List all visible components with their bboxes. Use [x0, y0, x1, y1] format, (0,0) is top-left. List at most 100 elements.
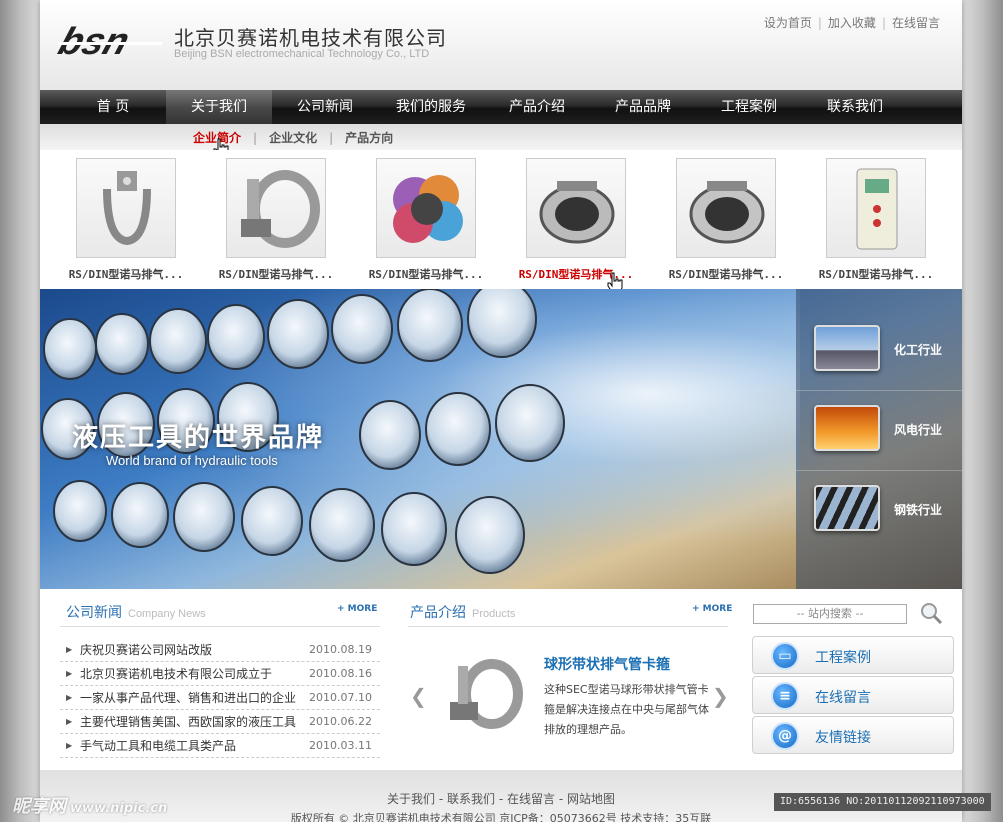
cases-icon: ▭ — [771, 642, 799, 670]
feature-description: 这种SEC型诺马球形带状排气管卡箍是解决连接点在中央与尾部气体排放的理想产品。 — [544, 683, 709, 736]
clamp-bolt-icon[interactable] — [226, 158, 326, 258]
product-card[interactable]: RS/DIN型诺马排气... — [801, 158, 951, 282]
links-label[interactable]: 友情链接 — [815, 727, 871, 747]
message-button[interactable]: ≡ 在线留言 — [752, 676, 954, 714]
watermark-id: ID:6556136 NO:20110112092110973000 — [774, 793, 991, 811]
nav-home[interactable]: 首 页 — [60, 90, 166, 124]
bsn-logo[interactable]: bsn — [54, 18, 164, 62]
nav-about[interactable]: 关于我们 — [166, 90, 272, 124]
news-date: 2010.03.11 — [309, 739, 372, 752]
arrow-right-icon: ▶ — [66, 693, 73, 702]
product-card[interactable]: RS/DIN型诺马排气... — [201, 158, 351, 282]
nav-brands[interactable]: 产品品牌 — [590, 90, 696, 124]
at-icon: @ — [771, 722, 799, 750]
product-strip: RS/DIN型诺马排气... RS/DIN型诺马排气... RS/DIN型诺马排… — [40, 150, 962, 289]
nav-services[interactable]: 我们的服务 — [378, 90, 484, 124]
news-text[interactable]: 庆祝贝赛诺公司网站改版 — [80, 643, 212, 657]
cases-label[interactable]: 工程案例 — [815, 647, 871, 667]
subnav-direction[interactable]: 产品方向 — [345, 131, 393, 145]
news-text[interactable]: 手气动工具和电缆工具类产品 — [80, 739, 236, 753]
news-item[interactable]: ▶ 手气动工具和电缆工具类产品 2010.03.11 — [60, 734, 380, 758]
product-caption[interactable]: RS/DIN型诺马排气... — [51, 266, 201, 282]
message-icon: ≡ — [771, 682, 799, 710]
products-title: 产品介绍 — [410, 605, 466, 621]
products-more-link[interactable]: + MORE — [692, 604, 732, 614]
news-item[interactable]: ▶ 庆祝贝赛诺公司网站改版 2010.08.19 — [60, 638, 380, 662]
footer-contact-link[interactable]: 联系我们 — [447, 792, 495, 806]
sub-nav: 企业简介 | 企业文化 | 产品方向 — [40, 124, 962, 150]
industry-panel: 化工行业 风电行业 钢铁行业 — [796, 289, 962, 589]
product-caption[interactable]: RS/DIN型诺马排气... — [351, 266, 501, 282]
news-date: 2010.07.10 — [309, 691, 372, 704]
message-label[interactable]: 在线留言 — [815, 687, 871, 707]
industry-wind[interactable]: 风电行业 — [796, 391, 962, 471]
chevron-left-icon[interactable]: ❮ — [410, 684, 427, 708]
footer-message-link[interactable]: 在线留言 — [507, 792, 555, 806]
news-item[interactable]: ▶ 一家从事产品代理、销售和进出口的企业 2010.07.10 — [60, 686, 380, 710]
controller-device-icon[interactable] — [826, 158, 926, 258]
product-card[interactable]: RS/DIN型诺马排气... — [651, 158, 801, 282]
industry-steel[interactable]: 钢铁行业 — [796, 471, 962, 551]
product-card[interactable]: RS/DIN型诺马排气... — [51, 158, 201, 282]
chemical-plant-icon[interactable] — [814, 325, 880, 371]
product-caption[interactable]: RS/DIN型诺马排气... — [801, 266, 951, 282]
watermark-url: www.nipic.cn — [70, 801, 168, 816]
clamp-bolt-icon[interactable] — [438, 650, 528, 740]
wind-turbine-icon[interactable] — [814, 405, 880, 451]
footer-about-link[interactable]: 关于我们 — [387, 792, 435, 806]
news-date: 2010.08.19 — [309, 643, 372, 656]
nav-news[interactable]: 公司新闻 — [272, 90, 378, 124]
search-icon[interactable] — [918, 600, 944, 626]
product-card[interactable]: RS/DIN型诺马排气... — [351, 158, 501, 282]
company-name-en: Beijing BSN electromechanical Technology… — [174, 48, 430, 60]
news-more-link[interactable]: + MORE — [337, 604, 377, 614]
news-item[interactable]: ▶ 主要代理销售美国、西欧国家的液压工具 2010.06.22 — [60, 710, 380, 734]
product-caption[interactable]: RS/DIN型诺马排气... — [201, 266, 351, 282]
news-item[interactable]: ▶ 北京贝赛诺机电技术有限公司成立于 2010.08.16 — [60, 662, 380, 686]
banner-title: 液压工具的世界品牌 — [72, 423, 325, 453]
product-caption[interactable]: RS/DIN型诺马排气... — [651, 266, 801, 282]
news-text[interactable]: 一家从事产品代理、销售和进出口的企业 — [80, 691, 296, 705]
feature-title[interactable]: 球形带状排气管卡箍 — [544, 654, 670, 674]
news-title: 公司新闻 — [66, 605, 122, 621]
chevron-right-icon[interactable]: ❯ — [712, 684, 729, 708]
page: bsn 北京贝赛诺机电技术有限公司 Beijing BSN electromec… — [40, 0, 962, 822]
product-caption[interactable]: RS/DIN型诺马排气... — [501, 266, 651, 282]
cases-button[interactable]: ▭ 工程案例 — [752, 636, 954, 674]
news-divider — [60, 626, 380, 627]
news-text[interactable]: 主要代理销售美国、西欧国家的液压工具 — [80, 715, 296, 729]
subnav-culture[interactable]: 企业文化 — [269, 131, 317, 145]
banner-subtitle: World brand of hydraulic tools — [106, 453, 278, 468]
pipe-coupling-icon[interactable] — [676, 158, 776, 258]
hero-banner[interactable]: 液压工具的世界品牌 World brand of hydraulic tools… — [40, 289, 962, 589]
clamp-single-icon[interactable] — [76, 158, 176, 258]
site-search-input[interactable]: -- 站内搜索 -- — [753, 604, 907, 624]
industry-label[interactable]: 钢铁行业 — [894, 501, 942, 518]
industry-chemical[interactable]: 化工行业 — [796, 311, 962, 391]
industry-label[interactable]: 化工行业 — [894, 341, 942, 358]
arrow-right-icon: ▶ — [66, 741, 73, 750]
pipe-coupling-icon[interactable] — [526, 158, 626, 258]
nav-contact[interactable]: 联系我们 — [802, 90, 908, 124]
watermark-text: 昵享网 — [12, 796, 66, 817]
products-title-en: Products — [472, 608, 516, 620]
news-text[interactable]: 北京贝赛诺机电技术有限公司成立于 — [80, 667, 272, 681]
products-section-title: 产品介绍 Products — [410, 602, 515, 622]
logo-text: bsn — [54, 21, 135, 62]
arrow-right-icon: ▶ — [66, 645, 73, 654]
arrow-right-icon: ▶ — [66, 717, 73, 726]
set-homepage-link[interactable]: 设为首页 — [758, 16, 818, 30]
industry-label[interactable]: 风电行业 — [894, 421, 942, 438]
links-button[interactable]: @ 友情链接 — [752, 716, 954, 754]
add-favorite-link[interactable]: 加入收藏 — [822, 16, 882, 30]
footer-sitemap-link[interactable]: 网站地图 — [567, 792, 615, 806]
nav-cases[interactable]: 工程案例 — [696, 90, 802, 124]
header: bsn 北京贝赛诺机电技术有限公司 Beijing BSN electromec… — [40, 0, 962, 90]
color-caps-icon[interactable] — [376, 158, 476, 258]
nav-products[interactable]: 产品介绍 — [484, 90, 590, 124]
online-message-link[interactable]: 在线留言 — [886, 16, 946, 30]
steel-beams-icon[interactable] — [814, 485, 880, 531]
product-card[interactable]: RS/DIN型诺马排气... — [501, 158, 651, 282]
company-name-cn: 北京贝赛诺机电技术有限公司 — [174, 26, 447, 50]
news-section-title: 公司新闻 Company News — [66, 602, 206, 622]
